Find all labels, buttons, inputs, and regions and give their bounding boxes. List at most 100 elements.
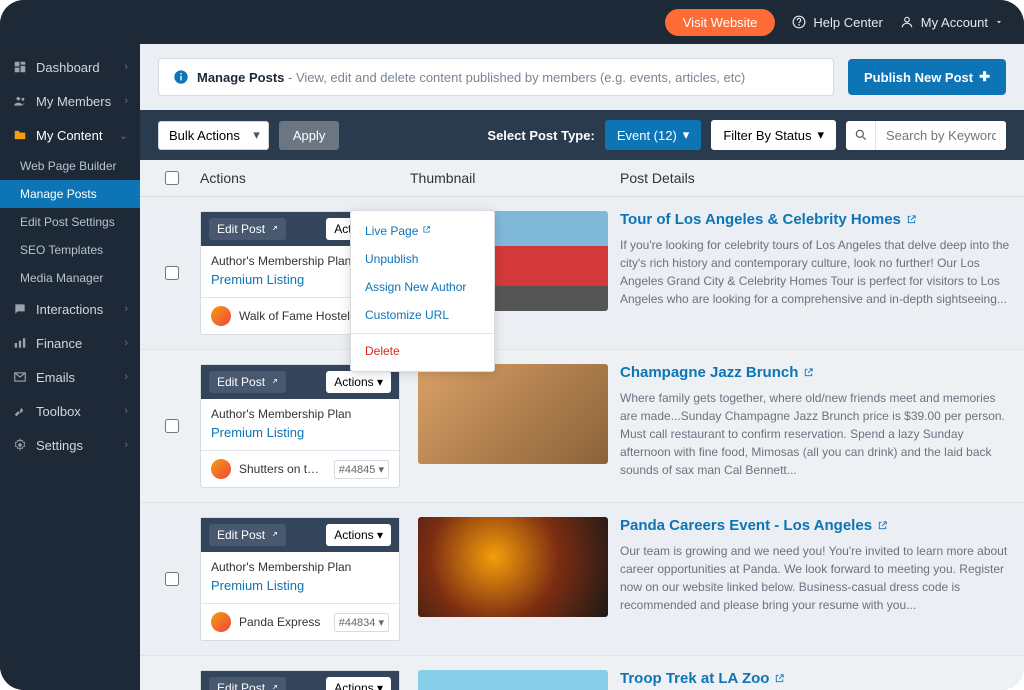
chevron-right-icon: › xyxy=(124,439,128,451)
topbar: Visit Website Help Center My Account xyxy=(0,0,1024,44)
table-header: Actions Thumbnail Post Details xyxy=(140,160,1024,197)
action-card: Edit Post Actions ▾ Author's Membership … xyxy=(200,364,400,488)
nav-toolbox[interactable]: Toolbox › xyxy=(0,394,140,428)
thumbnail[interactable] xyxy=(418,517,608,617)
nav-label: My Content xyxy=(36,128,102,143)
plan-link[interactable]: Premium Listing xyxy=(201,578,399,603)
table-row: Edit Post Actions ▾ Author's Membership … xyxy=(140,350,1024,503)
banner-title: Manage Posts xyxy=(197,70,284,85)
edit-post-button[interactable]: Edit Post xyxy=(209,218,286,240)
row-actions-dropdown[interactable]: Actions ▾ xyxy=(326,677,391,690)
publish-label: Publish New Post xyxy=(864,70,973,85)
help-icon xyxy=(791,14,807,30)
plan-link[interactable]: Premium Listing xyxy=(201,425,399,450)
sidebar: Dashboard › My Members › My Content ⌄ We… xyxy=(0,44,140,690)
sub-seo-templates[interactable]: SEO Templates xyxy=(0,236,140,264)
wrench-icon xyxy=(12,403,28,419)
post-title-link[interactable]: Troop Trek at LA Zoo xyxy=(620,670,1010,687)
sub-edit-post-settings[interactable]: Edit Post Settings xyxy=(0,208,140,236)
row-checkbox[interactable] xyxy=(165,419,179,433)
post-type-dropdown[interactable]: Event (12)▾ xyxy=(605,120,702,150)
chevron-right-icon: › xyxy=(124,61,128,73)
dd-label: Live Page xyxy=(365,224,418,238)
row-actions-dropdown[interactable]: Actions ▾ xyxy=(326,524,391,546)
chat-icon xyxy=(12,301,28,317)
filter-by-status-dropdown[interactable]: Filter By Status▾ xyxy=(711,120,836,150)
nav-label: Toolbox xyxy=(36,404,81,419)
post-title-link[interactable]: Tour of Los Angeles & Celebrity Homes xyxy=(620,211,1010,228)
table-row: Edit Post Actions ▾ Author's Membership … xyxy=(140,656,1024,690)
author-avatar xyxy=(211,306,231,326)
author-avatar xyxy=(211,459,231,479)
actions-dropdown-menu: Live Page Unpublish Assign New Author Cu… xyxy=(350,210,495,372)
help-center-label: Help Center xyxy=(813,15,882,30)
dd-delete[interactable]: Delete xyxy=(351,333,494,365)
email-icon xyxy=(12,369,28,385)
thumbnail[interactable]: LOS ANGELES ZOO xyxy=(418,670,608,690)
nav-interactions[interactable]: Interactions › xyxy=(0,292,140,326)
edit-post-button[interactable]: Edit Post xyxy=(209,677,286,690)
nav-label: Settings xyxy=(36,438,83,453)
gear-icon xyxy=(12,437,28,453)
dd-assign-author[interactable]: Assign New Author xyxy=(351,273,494,301)
nav-label: Dashboard xyxy=(36,60,100,75)
external-link-icon xyxy=(422,225,432,235)
finance-icon xyxy=(12,335,28,351)
table-row: Edit Post Actions ▾ Author's Membership … xyxy=(140,197,1024,350)
plus-icon: ✚ xyxy=(979,69,990,85)
select-all-checkbox[interactable] xyxy=(165,171,179,185)
table-row: Edit Post Actions ▾ Author's Membership … xyxy=(140,503,1024,656)
post-description: Our team is growing and we need you! You… xyxy=(620,542,1010,614)
post-description: Where family gets together, where old/ne… xyxy=(620,389,1010,479)
nav-content[interactable]: My Content ⌄ xyxy=(0,118,140,152)
post-title-link[interactable]: Panda Careers Event - Los Angeles xyxy=(620,517,1010,534)
post-title-link[interactable]: Champagne Jazz Brunch xyxy=(620,364,1010,381)
row-checkbox[interactable] xyxy=(165,572,179,586)
thumbnail[interactable] xyxy=(418,364,608,464)
my-account-label: My Account xyxy=(921,15,988,30)
dashboard-icon xyxy=(12,59,28,75)
info-icon xyxy=(173,69,189,85)
chevron-right-icon: › xyxy=(124,371,128,383)
col-actions-header: Actions xyxy=(190,170,410,186)
sub-manage-posts[interactable]: Manage Posts xyxy=(0,180,140,208)
user-icon xyxy=(899,14,915,30)
nav-emails[interactable]: Emails › xyxy=(0,360,140,394)
nav-members[interactable]: My Members › xyxy=(0,84,140,118)
publish-new-post-button[interactable]: Publish New Post ✚ xyxy=(848,59,1006,95)
nav-label: Emails xyxy=(36,370,75,385)
caret-down-icon: ▾ xyxy=(683,127,690,143)
row-actions-dropdown[interactable]: Actions ▾ xyxy=(326,371,391,393)
rows-container: Edit Post Actions ▾ Author's Membership … xyxy=(140,197,1024,690)
action-card: Edit Post Actions ▾ Author's Membership … xyxy=(200,517,400,641)
chevron-down-icon xyxy=(994,17,1004,27)
visit-website-button[interactable]: Visit Website xyxy=(665,9,776,36)
sub-web-page-builder[interactable]: Web Page Builder xyxy=(0,152,140,180)
chevron-right-icon: › xyxy=(124,405,128,417)
nav-label: My Members xyxy=(36,94,111,109)
help-center-link[interactable]: Help Center xyxy=(791,14,882,30)
chevron-right-icon: › xyxy=(124,337,128,349)
edit-post-button[interactable]: Edit Post xyxy=(209,524,286,546)
nav-finance[interactable]: Finance › xyxy=(0,326,140,360)
my-account-dropdown[interactable]: My Account xyxy=(899,14,1004,30)
search-input[interactable] xyxy=(876,121,1006,150)
dd-live-page[interactable]: Live Page xyxy=(351,217,494,245)
apply-button[interactable]: Apply xyxy=(279,121,340,150)
search-icon[interactable] xyxy=(846,121,876,150)
author-id: #44845 ▾ xyxy=(334,460,389,479)
nav-label: Finance xyxy=(36,336,82,351)
nav-settings[interactable]: Settings › xyxy=(0,428,140,462)
sub-media-manager[interactable]: Media Manager xyxy=(0,264,140,292)
author-id: #44834 ▾ xyxy=(334,613,389,632)
folder-icon xyxy=(12,127,28,143)
dd-unpublish[interactable]: Unpublish xyxy=(351,245,494,273)
bulk-actions-select[interactable]: Bulk Actions xyxy=(158,121,269,150)
chevron-down-icon: ⌄ xyxy=(119,129,128,142)
nav-dashboard[interactable]: Dashboard › xyxy=(0,50,140,84)
dd-customize-url[interactable]: Customize URL xyxy=(351,301,494,329)
edit-post-button[interactable]: Edit Post xyxy=(209,371,286,393)
row-checkbox[interactable] xyxy=(165,266,179,280)
banner-desc: - View, edit and delete content publishe… xyxy=(284,70,745,85)
author-name: Panda Express xyxy=(239,615,326,629)
